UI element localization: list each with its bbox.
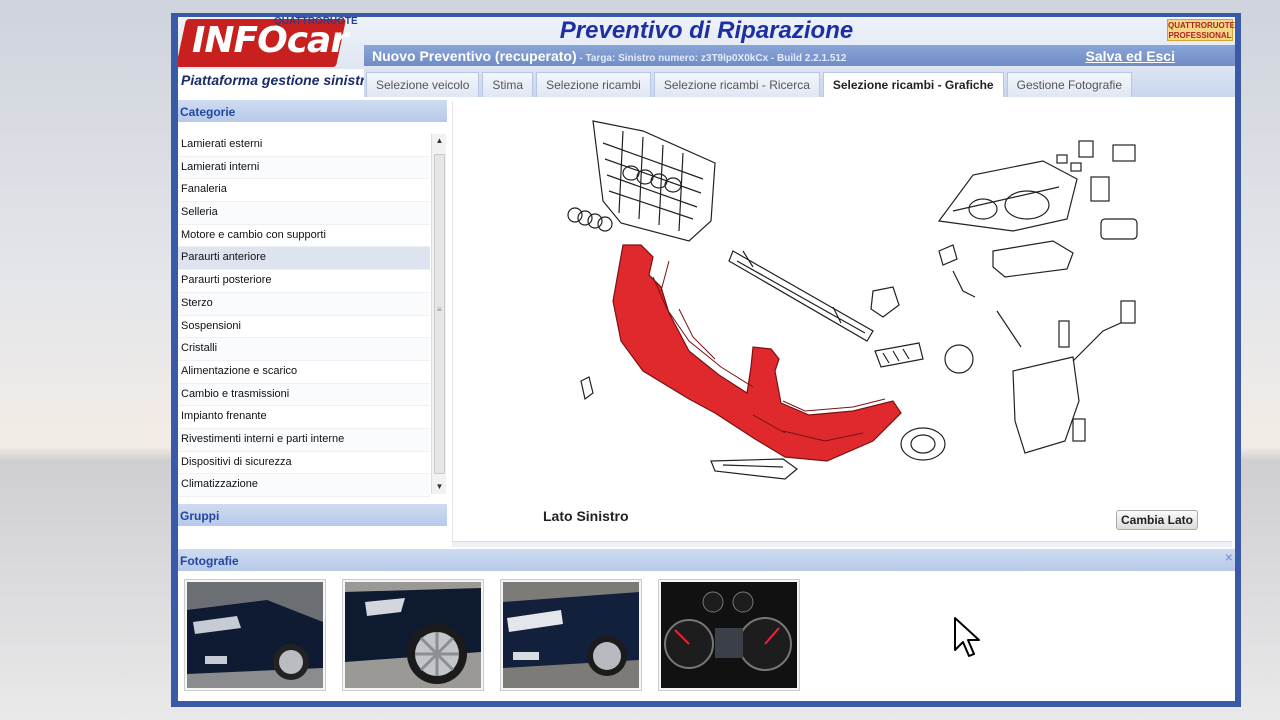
app-content: INFOcar QUATTRORUOTE Preventivo di Ripar… xyxy=(178,17,1235,701)
category-item[interactable]: Impianto frenante xyxy=(178,406,430,429)
estimate-details: - Targa: Sinistro numero: z3T9lp0X0kCx -… xyxy=(576,53,847,64)
clip-part[interactable] xyxy=(580,376,594,401)
lower-trim-part[interactable] xyxy=(710,458,798,480)
tab-selezione-veicolo[interactable]: Selezione veicolo xyxy=(366,72,480,97)
category-scrollbar[interactable]: ▲ ≡ ▼ xyxy=(431,134,446,494)
category-item[interactable]: Dispositivi di sicurezza xyxy=(178,452,430,475)
grille-part[interactable] xyxy=(592,120,716,242)
category-item[interactable]: Sterzo xyxy=(178,292,430,316)
category-item[interactable]: Paraurti posteriore xyxy=(178,270,430,293)
side-label: Lato Sinistro xyxy=(543,508,629,524)
tab-bar: Selezione veicolo Stima Selezione ricamb… xyxy=(364,69,1235,97)
audi-rings-badge[interactable] xyxy=(567,207,613,232)
tab-selezione-ricambi-grafiche[interactable]: Selezione ricambi - Grafiche xyxy=(822,72,1004,97)
tab-gestione-fotografie[interactable]: Gestione Fotografie xyxy=(1006,72,1133,97)
photo-thumbnail[interactable] xyxy=(184,579,326,691)
page-title: Preventivo di Riparazione xyxy=(559,17,854,44)
grip-icon: ≡ xyxy=(437,305,442,314)
photos-header[interactable]: Fotografie ✕ xyxy=(178,549,1235,571)
dashboard-photo-icon xyxy=(661,582,797,688)
header: INFOcar QUATTRORUOTE Preventivo di Ripar… xyxy=(178,17,1235,69)
category-item[interactable]: Cambio e trasmissioni xyxy=(178,383,430,407)
tab-stima[interactable]: Stima xyxy=(482,72,534,97)
diagram-footer-bar xyxy=(452,541,1232,547)
headlight-part[interactable] xyxy=(937,160,1078,232)
washer-pump-part[interactable] xyxy=(1012,300,1136,454)
category-item[interactable]: Fanaleria xyxy=(178,179,430,203)
collapse-icon[interactable]: ✕ xyxy=(1225,553,1233,564)
car-front-left-photo-icon xyxy=(187,582,323,688)
fog-grille-part[interactable] xyxy=(874,342,924,368)
scroll-up-arrow-icon[interactable]: ▲ xyxy=(432,134,447,148)
info-bar: Nuovo Preventivo (recuperato) - Targa: S… xyxy=(364,45,1235,66)
category-item[interactable]: Selleria xyxy=(178,202,430,225)
category-item[interactable]: Sospensioni xyxy=(178,316,430,339)
category-item[interactable]: Motore e cambio con supporti xyxy=(178,225,430,248)
parts-diagram: Lato Sinistro Cambia Lato xyxy=(452,101,1232,542)
horn-part[interactable] xyxy=(944,344,974,374)
brand-logo-right: QUATTRORUOTE PROFESSIONAL xyxy=(1167,19,1235,41)
scroll-thumb[interactable]: ≡ xyxy=(434,154,445,474)
headlight-bracket-part[interactable] xyxy=(992,240,1074,278)
app-window: INFOcar QUATTRORUOTE Preventivo di Ripar… xyxy=(171,13,1241,707)
groups-section: Gruppi xyxy=(178,504,447,526)
category-item[interactable]: Cristalli xyxy=(178,338,430,361)
tab-selezione-ricambi-ricerca[interactable]: Selezione ricambi - Ricerca xyxy=(653,72,820,97)
platform-subtitle: Piattaforma gestione sinistri xyxy=(181,72,370,88)
bracket-part[interactable] xyxy=(870,286,900,318)
scroll-down-arrow-icon[interactable]: ▼ xyxy=(432,480,447,494)
category-item[interactable]: Lamierati interni xyxy=(178,156,430,180)
sidebar: Categorie Lamierati esterni Lamierati in… xyxy=(178,100,447,540)
estimate-status: Nuovo Preventivo (recuperato) xyxy=(372,48,577,64)
categories-header[interactable]: Categorie xyxy=(178,100,447,122)
photo-thumbnail[interactable] xyxy=(342,579,484,691)
save-exit-link[interactable]: Salva ed Esci xyxy=(1085,48,1175,64)
bumper-reinforcement-part[interactable] xyxy=(728,250,874,342)
change-side-button[interactable]: Cambia Lato xyxy=(1115,510,1198,530)
photo-thumbnails xyxy=(184,579,800,691)
fog-lamp-part[interactable] xyxy=(900,427,946,461)
category-item[interactable]: Rivestimenti interni e parti interne xyxy=(178,428,430,452)
category-item[interactable]: Lamierati esterni xyxy=(178,134,430,157)
category-item[interactable]: Alimentazione e scarico xyxy=(178,361,430,384)
groups-header[interactable]: Gruppi xyxy=(178,504,447,526)
category-item-selected[interactable]: Paraurti anteriore xyxy=(178,247,430,271)
photos-title: Fotografie xyxy=(180,554,239,568)
exploded-parts-drawing xyxy=(567,120,1138,480)
car-headlight-photo-icon xyxy=(503,582,639,688)
category-item[interactable]: Climatizzazione xyxy=(178,474,430,497)
tab-selezione-ricambi[interactable]: Selezione ricambi xyxy=(536,72,651,97)
category-list: Lamierati esterni Lamierati interni Fana… xyxy=(178,134,430,497)
photo-thumbnail[interactable] xyxy=(500,579,642,691)
car-wheel-photo-icon xyxy=(345,582,481,688)
photo-thumbnail[interactable] xyxy=(658,579,800,691)
mouse-cursor-icon xyxy=(954,617,980,657)
